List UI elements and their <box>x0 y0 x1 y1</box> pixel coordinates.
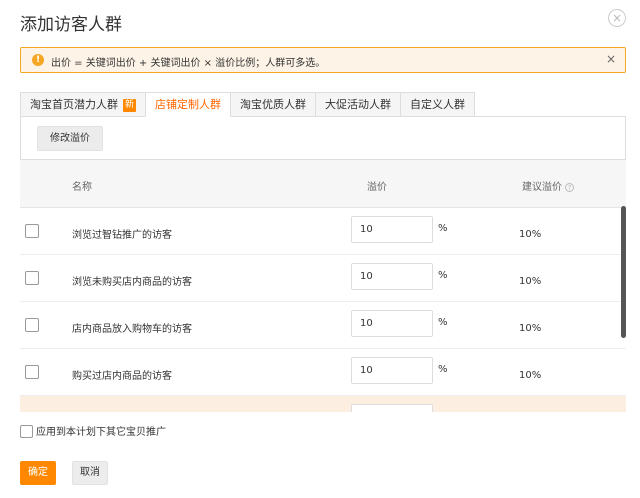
tab-label: 淘宝首页潜力人群 <box>30 98 118 111</box>
tab-bar: 淘宝首页潜力人群新 店铺定制人群 淘宝优质人群 大促活动人群 自定义人群 <box>20 92 476 117</box>
column-header-premium: 溢价 <box>367 182 387 193</box>
tab-label: 淘宝优质人群 <box>240 98 307 111</box>
row-checkbox[interactable] <box>25 318 39 332</box>
modify-premium-button[interactable]: 修改溢价 <box>37 126 103 151</box>
scrollbar-thumb[interactable] <box>621 206 626 338</box>
info-alert: ! 出价 = 关键词出价 + 关键词出价 × 溢价比例；人群可多选。 × <box>20 47 626 73</box>
tab-promotion[interactable]: 大促活动人群 <box>315 92 402 117</box>
cancel-button[interactable]: 取消 <box>72 461 108 485</box>
warning-icon: ! <box>32 54 44 66</box>
row-name: 浏览过智钻推广的访客 <box>72 230 172 241</box>
help-icon[interactable]: ? <box>565 183 574 192</box>
table-row: 店内商品放入购物车的访客 % 10% <box>20 302 626 349</box>
table-body: 浏览过智钻推广的访客 % 10% 浏览未购买店内商品的访客 % 10% 店内商品… <box>20 208 626 412</box>
tab-label: 店铺定制人群 <box>155 98 222 111</box>
row-name: 购买过店内商品的访客 <box>72 371 172 382</box>
dialog-title: 添加访客人群 <box>20 15 122 35</box>
table-row: 浏览过智钻推广的访客 % 10% <box>20 208 626 255</box>
percent-unit: % <box>438 317 448 328</box>
premium-input[interactable] <box>351 310 433 337</box>
suggest-value: 10% <box>519 276 542 287</box>
toolbar-panel: 修改溢价 <box>20 116 626 160</box>
row-checkbox[interactable] <box>25 224 39 238</box>
tab-quality[interactable]: 淘宝优质人群 <box>230 92 317 117</box>
row-name: 浏览未购买店内商品的访客 <box>72 277 192 288</box>
percent-unit: % <box>438 270 448 281</box>
table-row: 浏览未购买店内商品的访客 % 10% <box>20 255 626 302</box>
premium-input[interactable] <box>351 263 433 290</box>
tab-label: 自定义人群 <box>410 98 466 111</box>
percent-unit: % <box>438 364 448 375</box>
premium-input[interactable] <box>351 216 433 243</box>
column-header-suggest-label: 建议溢价 <box>522 182 562 193</box>
apply-all-checkbox[interactable] <box>20 425 33 438</box>
table-row: 购买过店内商品的访客 % 10% <box>20 349 626 396</box>
suggest-value: 10% <box>519 370 542 381</box>
close-icon[interactable]: × <box>608 9 626 27</box>
table-header: 名称 溢价 建议溢价? <box>20 160 626 208</box>
suggest-value: 10% <box>519 229 542 240</box>
tab-homepage-potential[interactable]: 淘宝首页潜力人群新 <box>20 92 147 117</box>
premium-input-partial[interactable] <box>351 404 433 412</box>
tab-label: 大促活动人群 <box>325 98 392 111</box>
alert-text: 出价 = 关键词出价 + 关键词出价 × 溢价比例；人群可多选。 <box>51 58 326 69</box>
new-badge: 新 <box>123 99 137 112</box>
percent-unit: % <box>438 223 448 234</box>
premium-input[interactable] <box>351 357 433 384</box>
confirm-button[interactable]: 确定 <box>20 461 56 485</box>
suggest-value: 10% <box>519 323 542 334</box>
column-header-suggest: 建议溢价? <box>522 178 574 193</box>
tab-store-custom[interactable]: 店铺定制人群 <box>145 92 232 117</box>
row-name: 店内商品放入购物车的访客 <box>72 324 192 335</box>
table-row-partial <box>20 396 626 412</box>
tab-custom[interactable]: 自定义人群 <box>400 92 476 117</box>
column-header-name: 名称 <box>72 182 92 193</box>
row-checkbox[interactable] <box>25 271 39 285</box>
apply-all-label: 应用到本计划下其它宝贝推广 <box>36 427 166 438</box>
row-checkbox[interactable] <box>25 365 39 379</box>
apply-all-option[interactable]: 应用到本计划下其它宝贝推广 <box>20 423 166 438</box>
alert-close-icon[interactable]: × <box>606 52 616 66</box>
